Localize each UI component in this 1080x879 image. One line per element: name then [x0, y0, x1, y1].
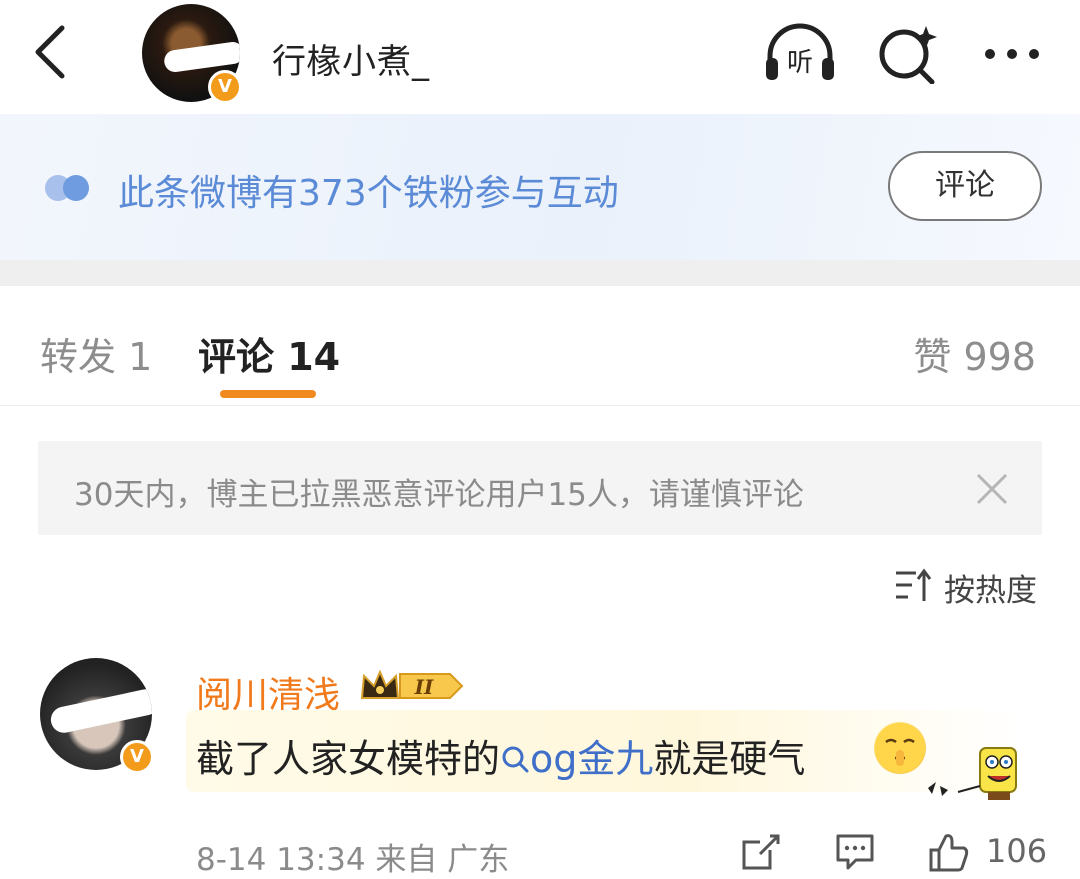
sort-icon: [896, 568, 932, 601]
comment-text-before: 截了人家女模特的: [196, 737, 501, 781]
avatar-redaction: [48, 686, 152, 736]
more-dots-icon[interactable]: [978, 22, 1054, 84]
notice-text: 30天内，博主已拉黑恶意评论用户15人，请谨慎评论: [74, 477, 804, 513]
listen-headphones-icon[interactable]: 听: [762, 22, 838, 84]
search-link-icon: [502, 746, 529, 773]
verified-badge-icon: V: [120, 740, 154, 774]
fan-level-crown-icon: II: [360, 669, 464, 699]
fan-badge-icon: [45, 175, 89, 201]
author-username[interactable]: 行椽小煮_: [272, 34, 430, 83]
tab-comment[interactable]: 评论 14: [198, 326, 340, 381]
comment-timestamp: 8-14 13:34: [196, 842, 366, 878]
banner-text: 此条微博有373个铁粉参与互动: [118, 173, 619, 214]
thumbs-up-icon[interactable]: [928, 830, 970, 874]
topic-link[interactable]: og金九: [530, 737, 653, 781]
comment-meta: 8-14 13:34 来自 广东: [196, 834, 509, 879]
post-tabs: 转发 1 评论 14 赞 998: [0, 286, 1080, 406]
section-divider: [0, 260, 1080, 286]
fan-interaction-banner: 此条微博有373个铁粉参与互动 评论: [0, 114, 1080, 260]
banner-comment-button[interactable]: 评论: [888, 151, 1042, 221]
comment-source: 来自 广东: [375, 842, 510, 878]
sort-label: 按热度: [944, 573, 1037, 609]
blocked-users-notice: 30天内，博主已拉黑恶意评论用户15人，请谨慎评论: [38, 441, 1042, 535]
tab-repost[interactable]: 转发 1: [40, 326, 152, 381]
avatar-redaction: [162, 40, 240, 74]
comment-like-count: 106: [986, 832, 1048, 870]
comment-text: 截了人家女模特的 og金九就是硬气: [196, 728, 805, 783]
close-icon[interactable]: [972, 469, 1012, 509]
listen-label: 听: [787, 48, 813, 78]
level-badge-text: II: [414, 675, 434, 699]
search-sparkle-icon[interactable]: [872, 22, 948, 84]
shush-emoji-icon: [874, 722, 926, 774]
active-tab-indicator: [220, 390, 316, 398]
verified-badge-icon: V: [208, 70, 242, 104]
reply-comment-icon[interactable]: [834, 830, 876, 874]
tab-like[interactable]: 赞 998: [913, 326, 1036, 381]
sticker-icon: [928, 747, 1017, 800]
top-header: V 行椽小煮_ 听: [0, 0, 1080, 112]
share-icon[interactable]: [740, 830, 782, 874]
back-arrow-icon[interactable]: [28, 22, 76, 82]
comment-text-after: 就是硬气: [653, 737, 806, 781]
